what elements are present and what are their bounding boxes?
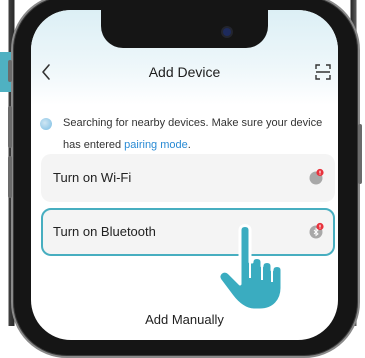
bluetooth-card-label: Turn on Bluetooth bbox=[53, 224, 156, 239]
volume-up-button bbox=[8, 106, 12, 148]
wifi-card[interactable]: Turn on Wi-Fi bbox=[41, 154, 335, 202]
bluetooth-status-icon bbox=[309, 222, 324, 239]
wifi-card-label: Turn on Wi-Fi bbox=[53, 170, 132, 185]
add-manually-button[interactable]: Add Manually bbox=[31, 312, 338, 327]
search-text-end: . bbox=[187, 139, 191, 151]
notch bbox=[101, 10, 268, 48]
searching-icon bbox=[40, 118, 52, 130]
pointing-hand-icon bbox=[217, 224, 284, 312]
power-button bbox=[358, 124, 362, 184]
search-instructions: Searching for nearby devices. Make sure … bbox=[63, 112, 333, 156]
volume-down-button bbox=[8, 156, 12, 198]
pairing-mode-link[interactable]: pairing mode bbox=[124, 139, 188, 151]
page-title: Add Device bbox=[148, 64, 221, 80]
search-text: Searching for nearby devices. Make sure … bbox=[63, 117, 323, 151]
front-camera bbox=[223, 28, 231, 36]
scan-icon[interactable] bbox=[315, 64, 331, 80]
bluetooth-card[interactable]: Turn on Bluetooth bbox=[41, 208, 335, 256]
mute-switch bbox=[8, 60, 12, 82]
app-screen: Add Device Searching for nearby devices.… bbox=[31, 10, 338, 340]
wifi-status-icon bbox=[309, 168, 324, 185]
